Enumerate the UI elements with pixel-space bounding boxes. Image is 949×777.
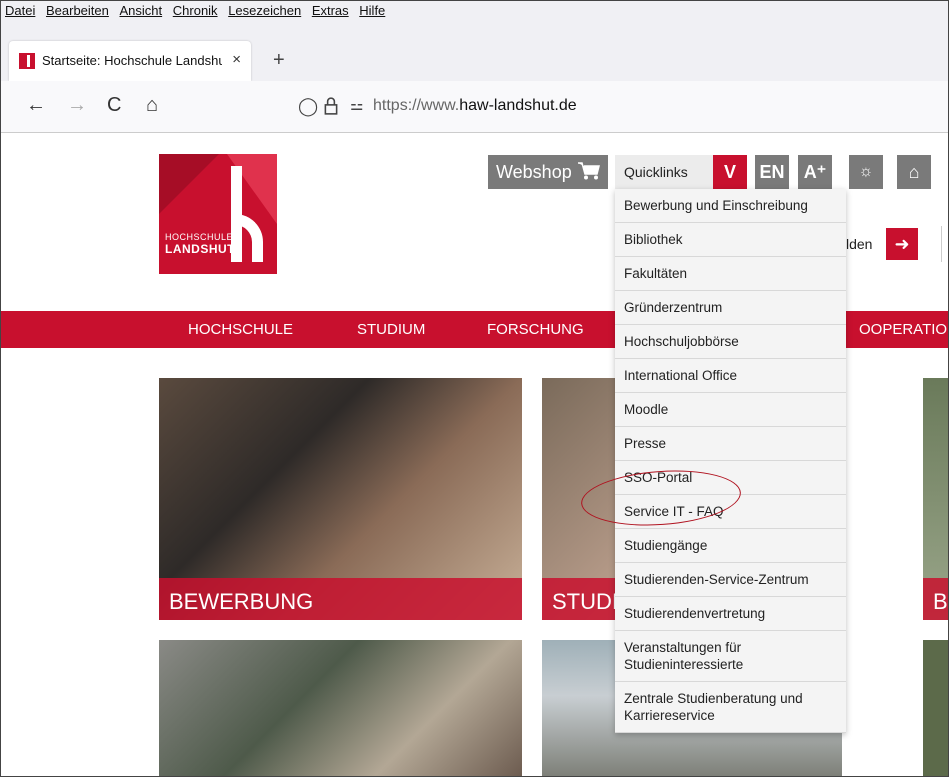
- quicklink-item[interactable]: Studiengänge: [615, 529, 846, 563]
- quicklinks-dropdown: Bewerbung und Einschreibung Bibliothek F…: [615, 189, 846, 733]
- tile-label: B: [923, 578, 948, 620]
- permissions-icon[interactable]: ⚍: [350, 96, 363, 114]
- menu-bearbeiten[interactable]: Bearbeiten: [46, 1, 109, 21]
- address-bar[interactable]: ◯ ⚍ https://www.haw-landshut.de: [286, 89, 948, 123]
- login-area: lden ➜: [846, 226, 942, 262]
- reload-icon[interactable]: C: [107, 94, 121, 117]
- menu-chronik[interactable]: Chronik: [173, 1, 218, 21]
- quicklink-item[interactable]: Studierenden-Service-Zentrum: [615, 563, 846, 597]
- url-text[interactable]: https://www.haw-landshut.de: [373, 97, 577, 115]
- logo-facet: [159, 154, 219, 214]
- nav-hochschule[interactable]: HOCHSCHULE: [188, 321, 293, 338]
- quicklink-item[interactable]: Moodle: [615, 393, 846, 427]
- nav-studium[interactable]: STUDIUM: [357, 321, 425, 338]
- quicklinks-toggle-button[interactable]: V: [713, 155, 747, 189]
- cart-icon: [578, 162, 600, 180]
- forward-arrow-icon[interactable]: →: [67, 94, 87, 117]
- site-favicon-icon: [19, 53, 35, 69]
- quicklink-item[interactable]: Zentrale Studienberatung und Karriereser…: [615, 682, 846, 733]
- back-arrow-icon[interactable]: ←: [26, 94, 46, 117]
- haw-landshut-logo[interactable]: HOCHSCHULE LANDSHUT: [159, 154, 277, 274]
- third-tile[interactable]: B: [923, 378, 948, 620]
- students-photo-tile[interactable]: [159, 640, 522, 776]
- menu-hilfe[interactable]: Hilfe: [359, 1, 385, 21]
- tile-label: BEWERBUNG: [159, 578, 522, 620]
- quicklinks-select[interactable]: Quicklinks: [615, 155, 713, 189]
- menu-datei[interactable]: Datei: [5, 1, 35, 21]
- navigation-bar: ← → C ⌂ ◯ ⚍ https://www.haw-landshut.de: [1, 81, 948, 133]
- quicklink-item[interactable]: Gründerzentrum: [615, 291, 846, 325]
- quicklink-item[interactable]: Bewerbung und Einschreibung: [615, 189, 846, 223]
- quicklink-item[interactable]: Fakultäten: [615, 257, 846, 291]
- web-page: HOCHSCHULE LANDSHUT Webshop Quicklinks V…: [1, 133, 948, 776]
- quicklink-item[interactable]: Presse: [615, 427, 846, 461]
- menu-lesezeichen[interactable]: Lesezeichen: [228, 1, 301, 21]
- quicklink-item[interactable]: Studierendenvertretung: [615, 597, 846, 631]
- tab-strip: Startseite: Hochschule Landshu × +: [1, 21, 948, 81]
- nav-kooperation[interactable]: OOPERATION: [859, 321, 948, 338]
- menu-ansicht[interactable]: Ansicht: [120, 1, 163, 21]
- bewerbung-tile[interactable]: BEWERBUNG: [159, 378, 522, 620]
- login-label[interactable]: lden: [846, 236, 872, 252]
- quicklink-item[interactable]: Veranstaltungen für Studieninteressierte: [615, 631, 846, 682]
- search-field-edge[interactable]: [941, 226, 946, 262]
- language-en-button[interactable]: EN: [755, 155, 789, 189]
- menubar: Datei Bearbeiten Ansicht Chronik Lesezei…: [1, 1, 948, 21]
- lock-icon[interactable]: [324, 97, 338, 115]
- webshop-label: Webshop: [496, 162, 572, 182]
- browser-window: Datei Bearbeiten Ansicht Chronik Lesezei…: [0, 0, 949, 777]
- contrast-icon[interactable]: ☼: [849, 155, 883, 189]
- home-icon[interactable]: ⌂: [146, 94, 158, 117]
- close-tab-icon[interactable]: ×: [232, 51, 241, 68]
- logo-text-line1: HOCHSCHULE: [165, 232, 234, 242]
- nav-forschung[interactable]: FORSCHUNG: [487, 321, 584, 338]
- quicklink-item[interactable]: International Office: [615, 359, 846, 393]
- tab-title: Startseite: Hochschule Landshu: [42, 53, 222, 68]
- new-tab-button[interactable]: +: [273, 49, 285, 72]
- logo-text-line2: LANDSHUT: [165, 242, 235, 256]
- browser-tab[interactable]: Startseite: Hochschule Landshu ×: [9, 41, 251, 81]
- quicklink-item[interactable]: Bibliothek: [615, 223, 846, 257]
- home-button-icon[interactable]: ⌂: [897, 155, 931, 189]
- webshop-button[interactable]: Webshop: [488, 155, 608, 189]
- login-arrow-icon[interactable]: ➜: [886, 228, 918, 260]
- fourth-tile[interactable]: [923, 640, 948, 776]
- tracking-shield-icon[interactable]: ◯: [298, 96, 318, 117]
- font-size-button[interactable]: A⁺: [798, 155, 832, 189]
- quicklink-item[interactable]: Hochschuljobbörse: [615, 325, 846, 359]
- menu-extras[interactable]: Extras: [312, 1, 349, 21]
